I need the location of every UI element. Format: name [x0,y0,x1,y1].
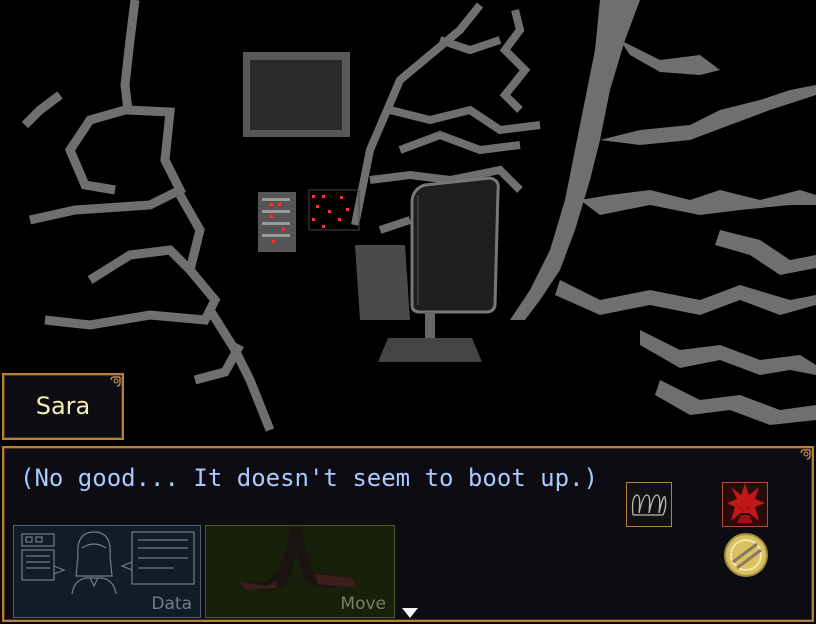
move-menu-button[interactable]: Move [205,525,395,618]
data-button-label: Data [151,594,192,614]
red-spiky-hair-portrait-icon[interactable] [722,482,768,527]
walking-legs-icon [240,526,356,592]
speaker-name: Sara [35,392,91,420]
yellow-coin-icon[interactable] [723,532,769,578]
triangle-down-icon[interactable] [402,608,418,618]
message-window[interactable]: (No good... It doesn't seem to boot up.)… [2,446,814,622]
data-menu-button[interactable]: Data [13,525,201,618]
move-button-label: Move [340,594,386,614]
ornament-corner-icon [800,449,811,460]
ornament-corner-icon [110,376,121,387]
data-profile-icon [21,531,195,595]
wall-monitor[interactable] [243,52,350,137]
dialogue-text: (No good... It doesn't seem to boot up.) [20,464,598,492]
coiled-wire-icon[interactable] [626,482,672,527]
speaker-name-box: Sara [2,373,124,440]
